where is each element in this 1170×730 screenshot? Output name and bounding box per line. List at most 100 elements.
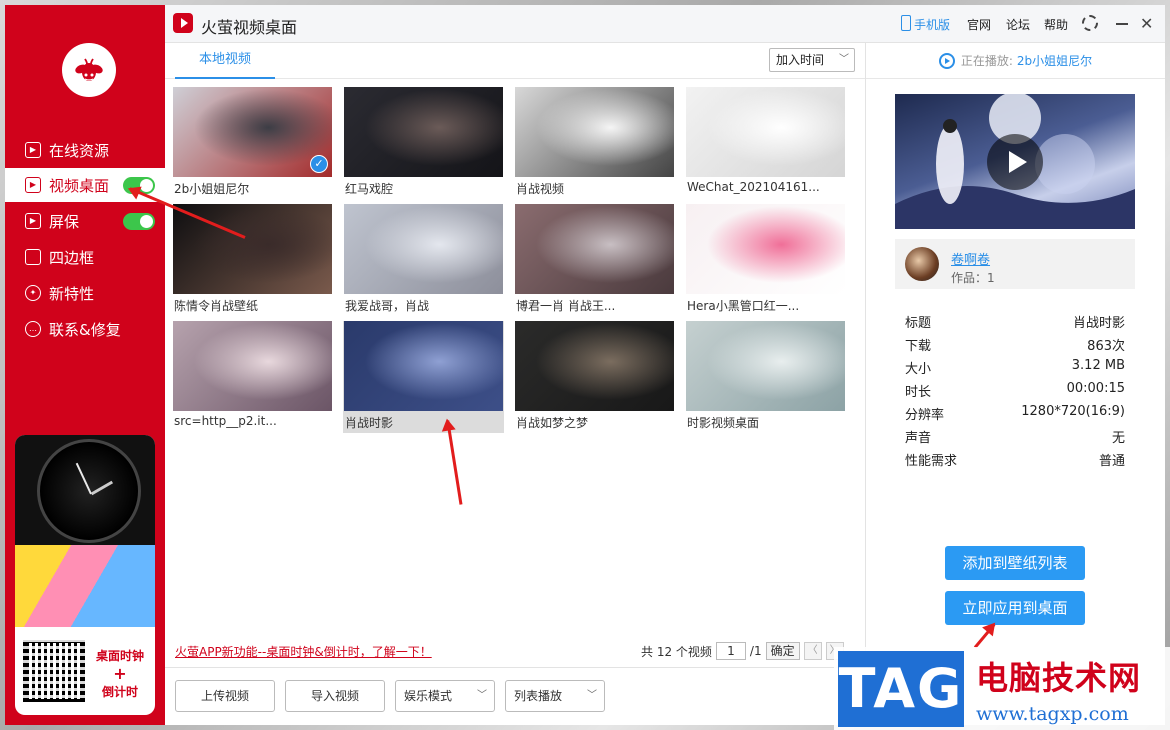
- sidebar-item-label: 四边框: [49, 248, 95, 267]
- video-card[interactable]: 陈情令肖战壁纸: [172, 204, 333, 316]
- upload-video-button[interactable]: 上传视频: [175, 680, 275, 712]
- sidebar-item-label: 在线资源: [49, 141, 110, 160]
- video-card[interactable]: WeChat_202104161...: [685, 87, 846, 199]
- video-thumbnail: [686, 321, 845, 411]
- video-card[interactable]: src=http__p2.it...: [172, 321, 333, 433]
- promo-tiles: [15, 545, 155, 627]
- playlist-select[interactable]: 列表播放 ﹀: [505, 680, 605, 712]
- sidebar-item-screensaver[interactable]: ▶ 屏保: [5, 204, 165, 238]
- tab-local-videos[interactable]: 本地视频: [175, 43, 275, 79]
- info-key: 分辨率: [905, 408, 945, 423]
- info-row: 分辨率 1280*720(16:9): [905, 404, 1125, 427]
- video-card[interactable]: ✓ 2b小姐姐尼尔: [172, 87, 333, 199]
- mode-select[interactable]: 娱乐模式 ﹀: [395, 680, 495, 712]
- video-thumbnail: [515, 204, 674, 294]
- video-thumbnail: [173, 321, 332, 411]
- now-playing-bar: 正在播放: 2b小姐姐尼尔: [866, 43, 1165, 79]
- app-logo: [62, 43, 116, 97]
- phone-icon: [901, 15, 911, 31]
- video-card[interactable]: 博君一肖 肖战王...: [514, 204, 675, 316]
- video-thumbnail: [344, 87, 503, 177]
- promo-artwork: [15, 435, 155, 627]
- video-caption: 2b小姐姐尼尔: [174, 182, 250, 196]
- apply-to-desktop-button[interactable]: 立即应用到桌面: [945, 591, 1085, 625]
- promo-link[interactable]: 火萤APP新功能--桌面时钟&倒计时，了解一下！: [175, 643, 432, 660]
- import-video-button[interactable]: 导入视频: [285, 680, 385, 712]
- info-key: 性能需求: [905, 454, 958, 469]
- sort-select[interactable]: 加入时间 ﹀: [769, 48, 855, 72]
- info-key: 声音: [905, 431, 932, 446]
- prev-page-icon[interactable]: 〈: [803, 642, 822, 660]
- info-value: 3.12 MB: [1071, 358, 1125, 373]
- video-card[interactable]: 我爱战哥，肖战: [343, 204, 504, 316]
- video-card[interactable]: Hera小黑管口红一...: [685, 204, 846, 316]
- screensaver-toggle[interactable]: [123, 213, 155, 230]
- video-card[interactable]: 红马戏腔: [343, 87, 504, 199]
- video-thumbnail: [515, 87, 674, 177]
- info-value: 肖战时影: [1072, 316, 1125, 331]
- info-row: 下载 863次: [905, 335, 1125, 358]
- pagination: 共 12 个视频 1 /1 确定 〈 〉: [641, 642, 844, 660]
- clock-icon: [37, 439, 141, 543]
- chevron-down-icon: ﹀: [587, 690, 597, 701]
- video-preview[interactable]: [895, 94, 1135, 229]
- info-row: 性能需求 普通: [905, 450, 1125, 473]
- video-card[interactable]: 肖战如梦之梦: [514, 321, 675, 433]
- video-caption: src=http__p2.it...: [174, 414, 277, 428]
- video-card[interactable]: 时影视频桌面: [685, 321, 846, 433]
- add-to-wallpaper-list-button[interactable]: 添加到壁纸列表: [945, 546, 1085, 580]
- video-caption: 红马戏腔: [345, 182, 394, 196]
- website-link[interactable]: 官网: [967, 16, 991, 33]
- clock-promo-banner[interactable]: 桌面时钟 + 倒计时: [15, 435, 155, 715]
- info-value: 1280*720(16:9): [1021, 404, 1125, 419]
- video-caption: 肖战时影: [345, 416, 394, 430]
- sidebar-item-frame[interactable]: 四边框: [5, 240, 165, 274]
- now-playing-title: 2b小姐姐尼尔: [1016, 54, 1093, 68]
- video-caption: Hera小黑管口红一...: [687, 299, 800, 313]
- video-thumbnail: [686, 87, 845, 177]
- mode-value: 娱乐模式: [404, 689, 453, 703]
- promo-text: 桌面时钟 + 倒计时: [95, 649, 144, 699]
- close-icon[interactable]: ✕: [1140, 14, 1153, 33]
- playlist-value: 列表播放: [514, 689, 563, 703]
- sidebar-item-label: 视频桌面: [49, 176, 110, 195]
- minimize-icon[interactable]: [1116, 23, 1128, 25]
- video-count: 共 12 个视频: [641, 644, 712, 659]
- play-square-icon: ▶: [25, 142, 41, 158]
- forum-link[interactable]: 论坛: [1006, 16, 1030, 33]
- chevron-down-icon: ﹀: [839, 54, 849, 65]
- video-card[interactable]: 肖战视频: [514, 87, 675, 199]
- panel-divider: [865, 43, 866, 725]
- page-input[interactable]: 1: [715, 642, 746, 660]
- avatar[interactable]: [905, 247, 939, 281]
- info-key: 下载: [905, 339, 932, 354]
- sidebar-item-video-desktop[interactable]: ▶ 视频桌面: [5, 168, 165, 202]
- feature-icon: ✦: [25, 285, 41, 301]
- sidebar-item-label: 新特性: [49, 284, 95, 303]
- help-link[interactable]: 帮助: [1044, 16, 1068, 33]
- sidebar-item-contact[interactable]: … 联系&修复: [5, 312, 165, 346]
- watermark-url: www.tagxp.com: [976, 703, 1129, 725]
- play-button[interactable]: [987, 134, 1043, 190]
- frame-icon: [25, 249, 41, 265]
- main-window: 火萤视频桌面 手机版 官网 论坛 帮助 ✕ 本地视频 加入时间 ﹀ ✓ 2b小姐姐…: [165, 5, 1165, 725]
- info-row: 声音 无: [905, 427, 1125, 450]
- sidebar-item-online[interactable]: ▶ 在线资源: [5, 133, 165, 167]
- page-confirm-button[interactable]: 确定: [765, 642, 800, 660]
- video-caption: 陈情令肖战壁纸: [174, 299, 259, 313]
- author-card: 卷啊卷 作品：1: [895, 239, 1135, 289]
- sidebar-item-features[interactable]: ✦ 新特性: [5, 276, 165, 310]
- video-thumbnail: [344, 204, 503, 294]
- author-name[interactable]: 卷啊卷: [951, 249, 990, 268]
- video-thumbnail: ✓: [173, 87, 332, 177]
- bottom-toolbar: 上传视频 导入视频 娱乐模式 ﹀ 列表播放 ﹀: [165, 667, 865, 725]
- mobile-link[interactable]: 手机版: [914, 16, 950, 33]
- video-card[interactable]: 肖战时影: [343, 321, 504, 433]
- video-thumbnail: [515, 321, 674, 411]
- sidebar: ▶ 在线资源 ▶ 视频桌面 ▶ 屏保 四边框 ✦ 新特性 … 联系&修复 桌面时…: [5, 5, 165, 725]
- gear-icon[interactable]: [1082, 15, 1098, 31]
- play-square-icon: ▶: [25, 177, 41, 193]
- info-value: 普通: [1098, 454, 1125, 469]
- info-value: 863次: [1087, 339, 1125, 354]
- watermark-logo: TAG: [838, 651, 964, 727]
